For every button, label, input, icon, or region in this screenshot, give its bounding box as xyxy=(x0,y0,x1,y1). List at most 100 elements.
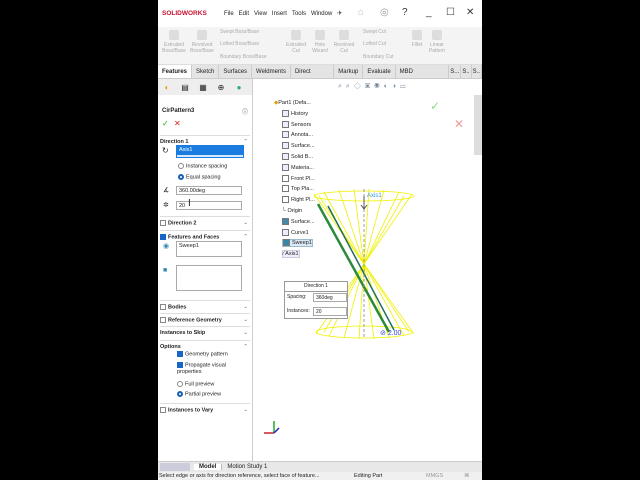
callout-spacing-input[interactable]: 360deg xyxy=(313,293,347,302)
fillet-button[interactable]: Fillet xyxy=(408,30,426,48)
text-cursor-icon: I xyxy=(188,198,191,209)
menu-tools[interactable]: Tools xyxy=(292,11,306,17)
tab-surfaces[interactable]: Surfaces xyxy=(219,65,253,78)
revolved-boss-button[interactable]: Revolved Boss/Base xyxy=(188,30,216,54)
tree-item-front-plane[interactable]: Front Pl... xyxy=(274,174,315,185)
swept-cut-button[interactable]: Swept Cut xyxy=(363,29,386,35)
features-faces-section[interactable]: Features and Faces ⌃ xyxy=(160,230,250,240)
pin-icon[interactable]: ✈ xyxy=(337,11,342,17)
tree-item-solid-bodies[interactable]: Solid B... xyxy=(274,152,315,163)
tab-more-1[interactable]: S... xyxy=(449,65,462,78)
cancel-icon[interactable]: ✕ xyxy=(174,119,181,128)
menu-insert[interactable]: Insert xyxy=(272,11,287,17)
options-section[interactable]: Options ⌃ xyxy=(160,340,250,350)
faces-list[interactable] xyxy=(176,265,242,291)
property-manager-icon[interactable]: ▤ xyxy=(176,79,194,95)
boundary-cut-button[interactable]: Boundary Cut xyxy=(363,54,394,60)
user-icon[interactable]: ◎ xyxy=(380,7,389,18)
instances-to-vary-section[interactable]: Instances to Vary ⌄ xyxy=(160,403,250,413)
tree-item-surface-bodies[interactable]: Surface... xyxy=(274,141,315,152)
solidworks-logo: SOLIDWORKS xyxy=(162,10,207,17)
display-manager-icon[interactable]: ● xyxy=(230,79,248,95)
tab-mbd-dimensions[interactable]: MBD Dimensions xyxy=(396,65,450,89)
equal-spacing-radio[interactable]: Equal spacing xyxy=(178,174,221,180)
graphics-area[interactable]: ⌕⌕◇▣◉◐◑▭ ✓ ✕ ◆Part1 (Defa... History Sen… xyxy=(254,79,482,461)
ok-icon[interactable]: ✓ xyxy=(162,119,169,128)
instance-spacing-radio[interactable]: Instance spacing xyxy=(178,163,227,169)
reverse-direction-icon[interactable]: ↻ xyxy=(162,146,169,155)
lofted-boss-button[interactable]: Lofted Boss/Base xyxy=(220,41,259,47)
menu-view[interactable]: View xyxy=(254,11,267,17)
tab-evaluate[interactable]: Evaluate xyxy=(363,65,396,78)
minimize-button[interactable]: _ xyxy=(426,7,432,18)
full-preview-radio[interactable]: Full preview xyxy=(177,381,214,387)
help-icon[interactable]: ? xyxy=(402,7,408,18)
manager-tabs: ◐ ▤ ▦ ⊕ ● xyxy=(158,79,252,95)
tab-markup[interactable]: Markup xyxy=(334,65,364,78)
tree-item-part[interactable]: ◆Part1 (Defa... xyxy=(274,98,315,109)
swept-boss-button[interactable]: Swept Boss/Base xyxy=(220,29,259,35)
units-selector[interactable]: MMGS xyxy=(426,472,443,480)
boundary-boss-button[interactable]: Boundary Boss/Base xyxy=(220,54,267,60)
lofted-cut-button[interactable]: Lofted Cut xyxy=(363,41,386,47)
hole-wizard-button[interactable]: Hole Wizard xyxy=(308,30,332,54)
home-icon[interactable]: ⌂ xyxy=(358,7,364,18)
tree-item-history[interactable]: History xyxy=(274,109,315,120)
help-icon[interactable]: ⓘ xyxy=(242,107,248,116)
tab-scroll-arrows[interactable] xyxy=(160,463,190,471)
tab-sketch[interactable]: Sketch xyxy=(192,65,220,78)
menu-edit[interactable]: Edit xyxy=(239,11,249,17)
reference-geometry-section[interactable]: Reference Geometry ⌄ xyxy=(160,313,250,323)
configuration-manager-icon[interactable]: ▦ xyxy=(194,79,212,95)
tab-more-3[interactable]: S.. xyxy=(472,65,482,78)
tab-direct-editing[interactable]: Direct Editing xyxy=(291,65,335,89)
axis-selection-list[interactable] xyxy=(176,154,244,158)
tree-item-annotations[interactable]: Annota... xyxy=(274,130,315,141)
callout-instances-label: Instances: xyxy=(287,308,310,314)
dimension-label[interactable]: ⊘ 2.00 xyxy=(380,329,401,337)
title-bar: SOLIDWORKS File Edit View Insert Tools Window… xyxy=(158,0,482,27)
tab-more-2[interactable]: S.. xyxy=(461,65,472,78)
bodies-section[interactable]: Bodies ⌄ xyxy=(160,300,250,310)
maximize-button[interactable]: ☐ xyxy=(446,7,455,18)
menu-window[interactable]: Window xyxy=(311,11,332,17)
extruded-cut-button[interactable]: Extruded Cut xyxy=(284,30,308,54)
confirm-corner-cancel-icon[interactable]: ✕ xyxy=(454,117,464,131)
tab-motion-study[interactable]: Motion Study 1 xyxy=(221,464,272,470)
tab-weldments[interactable]: Weldments xyxy=(252,65,291,78)
confirm-corner-ok-icon[interactable]: ✓ xyxy=(430,99,440,113)
geometry-pattern-checkbox[interactable]: Geometry pattern xyxy=(177,351,228,357)
tab-model[interactable]: Model xyxy=(194,464,222,470)
callout-instances-input[interactable]: 20 xyxy=(313,307,347,316)
axis-selection-field[interactable]: Axis1 xyxy=(176,145,244,154)
axis1-label: Axis1 xyxy=(367,193,382,199)
property-manager: ◐ ▤ ▦ ⊕ ● CirPattern3 ⓘ ✓ ✕ Direction 1 ⌃… xyxy=(158,79,253,461)
tab-features[interactable]: Features xyxy=(158,65,193,78)
direction1-section[interactable]: Direction 1 ⌃ xyxy=(160,135,250,145)
menu-file[interactable]: File xyxy=(224,11,234,17)
tree-item-material[interactable]: Materia... xyxy=(274,163,315,174)
revolved-cut-button[interactable]: Revolved Cut xyxy=(332,30,356,54)
heads-up-toolbar[interactable]: ⌕⌕◇▣◉◐◑▭ xyxy=(338,83,410,91)
tag-icon[interactable]: ⌘ xyxy=(464,472,470,480)
instances-input[interactable]: 20 xyxy=(176,201,242,210)
linear-pattern-button[interactable]: Linear Pattern xyxy=(426,30,448,54)
instances-to-skip-section[interactable]: Instances to Skip ⌄ xyxy=(160,326,250,336)
feature-manager-icon[interactable]: ◐ xyxy=(158,79,176,95)
angle-input[interactable]: 360.00deg xyxy=(176,186,242,195)
status-mode: Editing Part xyxy=(354,473,383,479)
direction1-callout: Direction 1 Spacing: 360deg Instances: 2… xyxy=(284,281,348,319)
extruded-boss-button[interactable]: Extruded Boss/Base xyxy=(160,30,188,54)
direction2-section[interactable]: Direction 2 ⌄ xyxy=(160,216,250,226)
features-list[interactable]: Sweep1 xyxy=(176,241,242,257)
tree-item-sensors[interactable]: Sensors xyxy=(274,120,315,131)
bottom-tabs: Model Motion Study 1 xyxy=(158,461,482,472)
dimxpert-icon[interactable]: ⊕ xyxy=(212,79,230,95)
propagate-visual-checkbox[interactable]: Propagate visual properties xyxy=(177,362,237,376)
close-button[interactable]: ✕ xyxy=(466,7,474,18)
feature-title: CirPattern3 xyxy=(162,108,195,114)
partial-preview-radio[interactable]: Partial preview xyxy=(177,391,221,397)
task-pane-tabs[interactable] xyxy=(474,95,482,155)
menu-bar: File Edit View Insert Tools Window ✈ xyxy=(224,10,347,17)
status-message: Select edge or axis for direction refere… xyxy=(159,473,320,479)
